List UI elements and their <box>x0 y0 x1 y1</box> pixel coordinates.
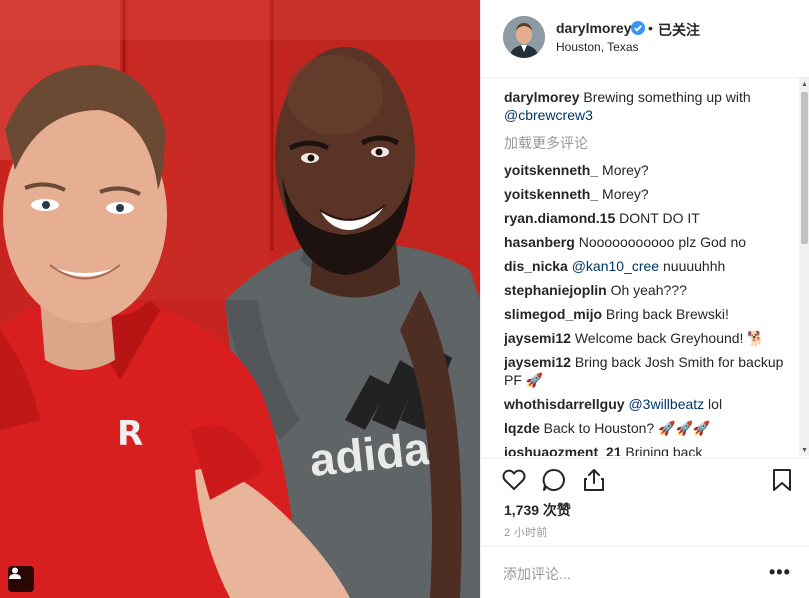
comment-username[interactable]: hasanberg <box>504 234 575 250</box>
comment-username[interactable]: yoitskenneth_ <box>504 162 598 178</box>
comment-item: jaysemi12 Welcome back Greyhound! 🐕 <box>504 329 792 347</box>
share-icon[interactable] <box>581 467 607 493</box>
comment-text: Morey? <box>598 162 649 178</box>
comment-item: hasanberg Nooooooooooo plz God no <box>504 233 792 251</box>
post-location[interactable]: Houston, Texas <box>556 40 639 54</box>
caption-text: Brewing something up with <box>579 89 751 105</box>
svg-text:R: R <box>117 414 143 454</box>
likes-count[interactable]: 1,739 次赞 <box>504 500 571 520</box>
comment-username[interactable]: yoitskenneth_ <box>504 186 598 202</box>
comment-text: Brining back <box>621 444 703 456</box>
scroll-up-arrow-icon[interactable]: ▲ <box>799 78 809 90</box>
comment-username[interactable]: stephaniejoplin <box>504 282 607 298</box>
comment-username[interactable]: lqzde <box>504 420 540 436</box>
post-header: darylmorey • 已关注 Houston, Texas <box>481 0 809 78</box>
scroll-down-arrow-icon[interactable]: ▼ <box>799 444 809 456</box>
comment-item: stephaniejoplin Oh yeah??? <box>504 281 792 299</box>
scrollbar-thumb[interactable] <box>801 92 808 244</box>
comments-list[interactable]: darylmorey Brewing something up with @cb… <box>504 88 792 456</box>
comment-mention[interactable]: @kan10_cree <box>572 258 659 274</box>
avatar[interactable] <box>503 16 545 58</box>
post-photo[interactable]: adidas R <box>0 0 480 598</box>
comment-item: slimegod_mijo Bring back Brewski! <box>504 305 792 323</box>
comment-item: yoitskenneth_ Morey? <box>504 185 792 203</box>
comment-username[interactable]: ryan.diamond.15 <box>504 210 615 226</box>
comment-username[interactable]: jaysemi12 <box>504 354 571 370</box>
comment-text: Morey? <box>598 186 649 202</box>
comment-item: jaysemi12 Bring back Josh Smith for back… <box>504 353 792 389</box>
comment-mention[interactable]: @3willbeatz <box>628 396 704 412</box>
comment-text: Oh yeah??? <box>606 282 687 298</box>
comment-username[interactable]: whothisdarrellguy <box>504 396 625 412</box>
post-timestamp[interactable]: 2 小时前 <box>504 524 548 540</box>
comment-username[interactable]: joshuaozment_21 <box>504 444 621 456</box>
user-tag-icon[interactable] <box>8 566 34 592</box>
comment-item: dis_nicka @kan10_cree nuuuuhhh <box>504 257 792 275</box>
comment-text: Back to Houston? 🚀🚀🚀 <box>539 420 711 436</box>
caption-username[interactable]: darylmorey <box>504 89 579 105</box>
verified-badge-icon <box>631 21 645 35</box>
load-more-comments-button[interactable]: 加载更多评论 <box>504 134 792 152</box>
comment-item: whothisdarrellguy @3willbeatz lol <box>504 395 792 413</box>
heart-icon[interactable] <box>501 467 527 493</box>
author-username[interactable]: darylmorey <box>556 20 631 36</box>
follow-status-button[interactable]: 已关注 <box>658 20 700 40</box>
post-side-panel: darylmorey • 已关注 Houston, Texas darylmor… <box>480 0 809 598</box>
comment-text: nuuuuhhh <box>659 258 726 274</box>
photo-illustration: adidas R <box>0 0 480 598</box>
comment-username[interactable]: slimegod_mijo <box>504 306 602 322</box>
comment-bubble-icon[interactable] <box>541 467 567 493</box>
comment-item: joshuaozment_21 Brining back <box>504 443 792 456</box>
comment-text: Nooooooooooo plz God no <box>574 234 747 250</box>
comments-scrollbar[interactable]: ▲ ▼ <box>799 78 809 456</box>
caption-mention[interactable]: @cbrewcrew3 <box>504 107 593 123</box>
add-comment-section: ••• <box>481 546 809 598</box>
comment-item: yoitskenneth_ Morey? <box>504 161 792 179</box>
comment-username[interactable]: jaysemi12 <box>504 330 571 346</box>
comment-item: lqzde Back to Houston? 🚀🚀🚀 <box>504 419 792 437</box>
add-comment-input[interactable] <box>503 563 763 585</box>
comment-username[interactable]: dis_nicka <box>504 258 568 274</box>
caption: darylmorey Brewing something up with @cb… <box>504 88 792 124</box>
more-options-icon[interactable]: ••• <box>769 563 791 581</box>
post-actions-bar <box>481 458 809 498</box>
comment-text: Welcome back Greyhound! 🐕 <box>570 330 765 346</box>
comment-text: Bring back Brewski! <box>602 306 729 322</box>
header-separator: • <box>648 20 653 36</box>
comment-text: DONT DO IT <box>615 210 700 226</box>
comment-text: lol <box>704 396 723 412</box>
comment-item: ryan.diamond.15 DONT DO IT <box>504 209 792 227</box>
bookmark-icon[interactable] <box>769 467 795 493</box>
